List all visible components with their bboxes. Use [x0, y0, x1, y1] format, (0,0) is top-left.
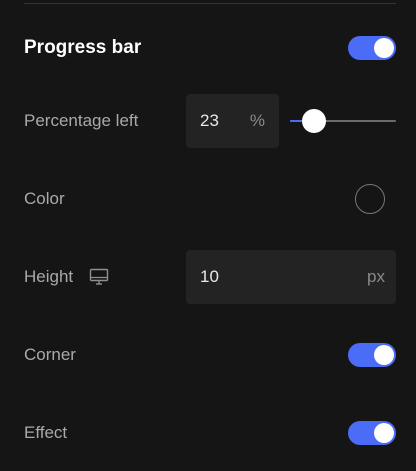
color-swatch[interactable]: [355, 184, 385, 214]
effect-row: Effect: [24, 407, 396, 459]
height-input[interactable]: 10 px: [186, 250, 396, 304]
progress-bar-settings-panel: Progress bar Percentage left 23 % Color …: [0, 0, 416, 471]
color-label: Color: [24, 189, 65, 208]
percentage-left-label: Percentage left: [24, 111, 139, 130]
corner-toggle[interactable]: [348, 343, 396, 367]
percentage-slider[interactable]: [290, 109, 396, 133]
height-row: Height 10 px: [24, 250, 396, 304]
corner-row: Corner: [24, 329, 396, 381]
height-unit: px: [367, 267, 385, 286]
percentage-value: 23: [200, 111, 219, 130]
top-divider: [24, 3, 396, 4]
toggle-knob: [374, 38, 394, 58]
desktop-icon[interactable]: [88, 267, 110, 287]
progress-bar-toggle[interactable]: [348, 36, 396, 60]
toggle-knob: [374, 345, 394, 365]
effect-toggle[interactable]: [348, 421, 396, 445]
section-title: Progress bar: [24, 37, 142, 58]
height-value: 10: [200, 267, 219, 286]
progress-bar-section-header: Progress bar: [24, 22, 396, 74]
slider-thumb[interactable]: [302, 109, 327, 133]
height-label: Height: [24, 267, 74, 286]
corner-label: Corner: [24, 345, 76, 364]
percentage-left-row: Percentage left 23 %: [24, 94, 396, 148]
color-row: Color: [24, 173, 396, 225]
percentage-input[interactable]: 23 %: [186, 94, 279, 148]
effect-label: Effect: [24, 423, 68, 442]
percentage-unit: %: [249, 111, 265, 130]
toggle-knob: [374, 423, 394, 443]
